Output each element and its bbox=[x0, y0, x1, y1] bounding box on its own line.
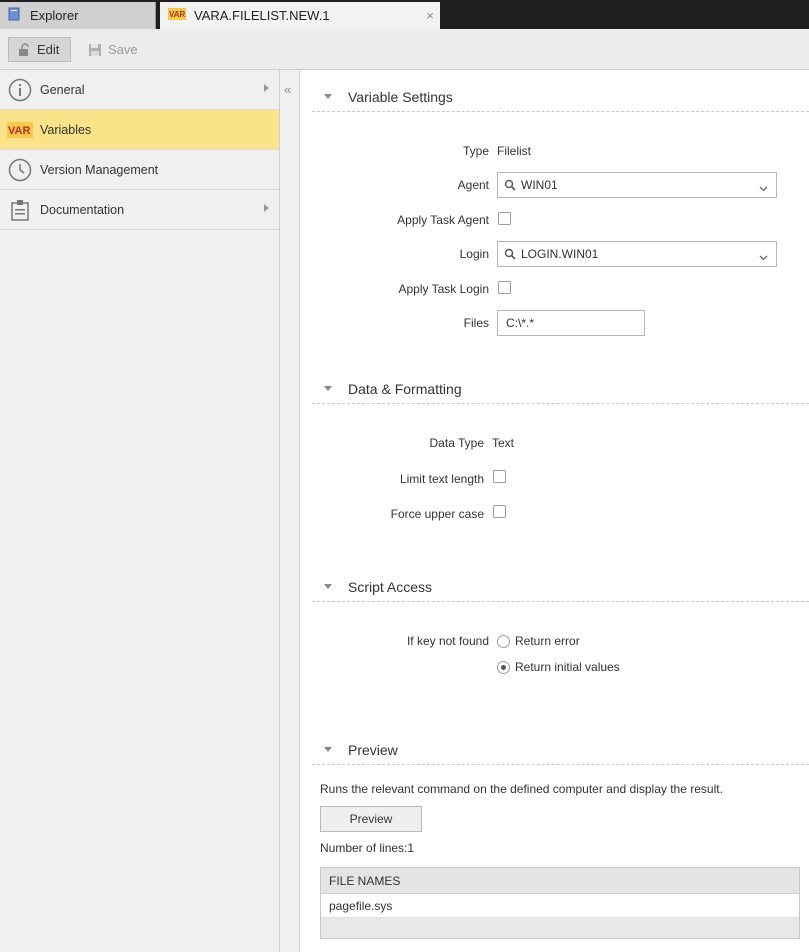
sidebar-item-label: Version Management bbox=[40, 162, 159, 177]
upper-case-label: Force upper case bbox=[390, 507, 484, 521]
sidebar-item-label: Documentation bbox=[40, 202, 125, 217]
svg-text:VAR: VAR bbox=[169, 10, 186, 19]
edit-label: Edit bbox=[37, 42, 60, 57]
sidebar-item-version-management[interactable]: Version Management bbox=[0, 150, 279, 190]
caret-down-icon bbox=[324, 386, 332, 391]
chevron-right-icon bbox=[264, 204, 269, 212]
sidebar-item-documentation[interactable]: Documentation bbox=[0, 190, 279, 230]
line-count: Number of lines:1 bbox=[320, 841, 415, 855]
apply-task-agent-checkbox[interactable] bbox=[498, 212, 511, 225]
login-combo[interactable]: LOGIN.WIN01 bbox=[497, 241, 777, 267]
login-label: Login bbox=[459, 247, 489, 261]
type-value: Filelist bbox=[497, 144, 532, 158]
apply-task-agent-label: Apply Task Agent bbox=[397, 213, 489, 227]
search-icon bbox=[504, 248, 516, 260]
limit-text-label: Limit text length bbox=[399, 472, 484, 486]
limit-text-checkbox[interactable] bbox=[493, 470, 506, 483]
radio-label: Return initial values bbox=[515, 660, 620, 674]
section-preview[interactable]: Preview bbox=[312, 735, 809, 765]
login-value: LOGIN.WIN01 bbox=[521, 247, 599, 261]
section-title: Preview bbox=[348, 741, 398, 758]
table-header[interactable]: FILE NAMES bbox=[321, 868, 799, 894]
sidebar: General VAR Variables Version Management… bbox=[0, 70, 280, 952]
main-panel: Variable Settings Type Filelist Agent WI… bbox=[301, 70, 809, 952]
radio-button[interactable] bbox=[497, 634, 510, 648]
data-type-value: Text bbox=[492, 436, 515, 450]
sidebar-item-general[interactable]: General bbox=[0, 70, 279, 110]
sidebar-item-label: Variables bbox=[40, 122, 92, 137]
file-names-table: FILE NAMES pagefile.sys bbox=[320, 867, 800, 939]
sidebar-item-label: General bbox=[40, 82, 85, 97]
radio-button[interactable] bbox=[497, 660, 510, 674]
agent-row: Agent WIN01 bbox=[301, 172, 809, 198]
info-icon bbox=[7, 77, 33, 103]
clipboard-icon bbox=[7, 197, 33, 223]
sidebar-item-variables[interactable]: VAR Variables bbox=[0, 110, 279, 150]
collapse-panel: « bbox=[280, 70, 300, 952]
upper-case-checkbox[interactable] bbox=[493, 505, 506, 518]
limit-text-row: Limit text length bbox=[301, 466, 809, 492]
tab-vara-label: VARA.FILELIST.NEW.1 bbox=[194, 8, 330, 23]
collapse-icon[interactable]: « bbox=[284, 82, 291, 97]
tab-bar: Explorer VAR VARA.FILELIST.NEW.1 × bbox=[0, 0, 809, 29]
caret-down-icon bbox=[324, 747, 332, 752]
save-button[interactable]: Save bbox=[80, 37, 146, 62]
section-title: Variable Settings bbox=[348, 88, 453, 105]
apply-task-agent-row: Apply Task Agent bbox=[301, 206, 809, 232]
radio-return-initial[interactable]: Return initial values bbox=[497, 657, 620, 677]
files-row: Files C:\*.* bbox=[301, 310, 809, 336]
apply-task-login-checkbox[interactable] bbox=[498, 281, 511, 294]
preview-button[interactable]: Preview bbox=[320, 806, 422, 832]
type-label: Type bbox=[462, 144, 489, 158]
toolbar: Edit Save bbox=[0, 29, 809, 70]
search-icon bbox=[504, 179, 516, 191]
upper-case-row: Force upper case bbox=[301, 501, 809, 527]
tab-vara-filelist[interactable]: VAR VARA.FILELIST.NEW.1 × bbox=[160, 2, 440, 29]
agent-combo[interactable]: WIN01 bbox=[497, 172, 777, 198]
radio-label: Return error bbox=[515, 634, 580, 648]
agent-value: WIN01 bbox=[521, 178, 558, 192]
chevron-down-icon[interactable] bbox=[759, 181, 768, 195]
caret-down-icon bbox=[324, 94, 332, 99]
preview-description: Runs the relevant command on the defined… bbox=[320, 782, 723, 796]
svg-text:VAR: VAR bbox=[8, 125, 30, 137]
section-variable-settings[interactable]: Variable Settings bbox=[312, 82, 809, 112]
var-icon: VAR bbox=[7, 117, 33, 143]
explorer-icon bbox=[8, 7, 22, 24]
section-title: Script Access bbox=[348, 578, 433, 595]
clock-icon bbox=[7, 157, 33, 183]
var-icon: VAR bbox=[168, 8, 186, 23]
caret-down-icon bbox=[324, 584, 332, 589]
files-input[interactable]: C:\*.* bbox=[497, 310, 645, 336]
apply-task-login-label: Apply Task Login bbox=[398, 282, 489, 296]
login-row: Login LOGIN.WIN01 bbox=[301, 241, 809, 267]
data-type-row: Data Type Text bbox=[301, 430, 809, 456]
tab-explorer-label: Explorer bbox=[30, 8, 79, 23]
agent-label: Agent bbox=[457, 178, 489, 192]
edit-button[interactable]: Edit bbox=[8, 37, 71, 62]
data-type-label: Data Type bbox=[429, 436, 484, 450]
chevron-down-icon[interactable] bbox=[759, 250, 768, 264]
unlock-icon bbox=[17, 42, 31, 57]
floppy-icon bbox=[88, 43, 102, 57]
tab-explorer[interactable]: Explorer bbox=[0, 2, 156, 29]
table-row[interactable]: pagefile.sys bbox=[321, 894, 799, 918]
chevron-right-icon bbox=[264, 84, 269, 92]
section-data-formatting[interactable]: Data & Formatting bbox=[312, 374, 809, 404]
type-row: Type Filelist bbox=[301, 138, 809, 164]
files-label: Files bbox=[463, 316, 489, 330]
radio-return-error[interactable]: Return error bbox=[497, 631, 580, 651]
save-label: Save bbox=[108, 42, 138, 57]
apply-task-login-row: Apply Task Login bbox=[301, 275, 809, 301]
section-script-access[interactable]: Script Access bbox=[312, 572, 809, 602]
section-title: Data & Formatting bbox=[348, 380, 462, 397]
key-not-found-label: If key not found bbox=[406, 634, 489, 648]
close-icon[interactable]: × bbox=[426, 8, 434, 23]
